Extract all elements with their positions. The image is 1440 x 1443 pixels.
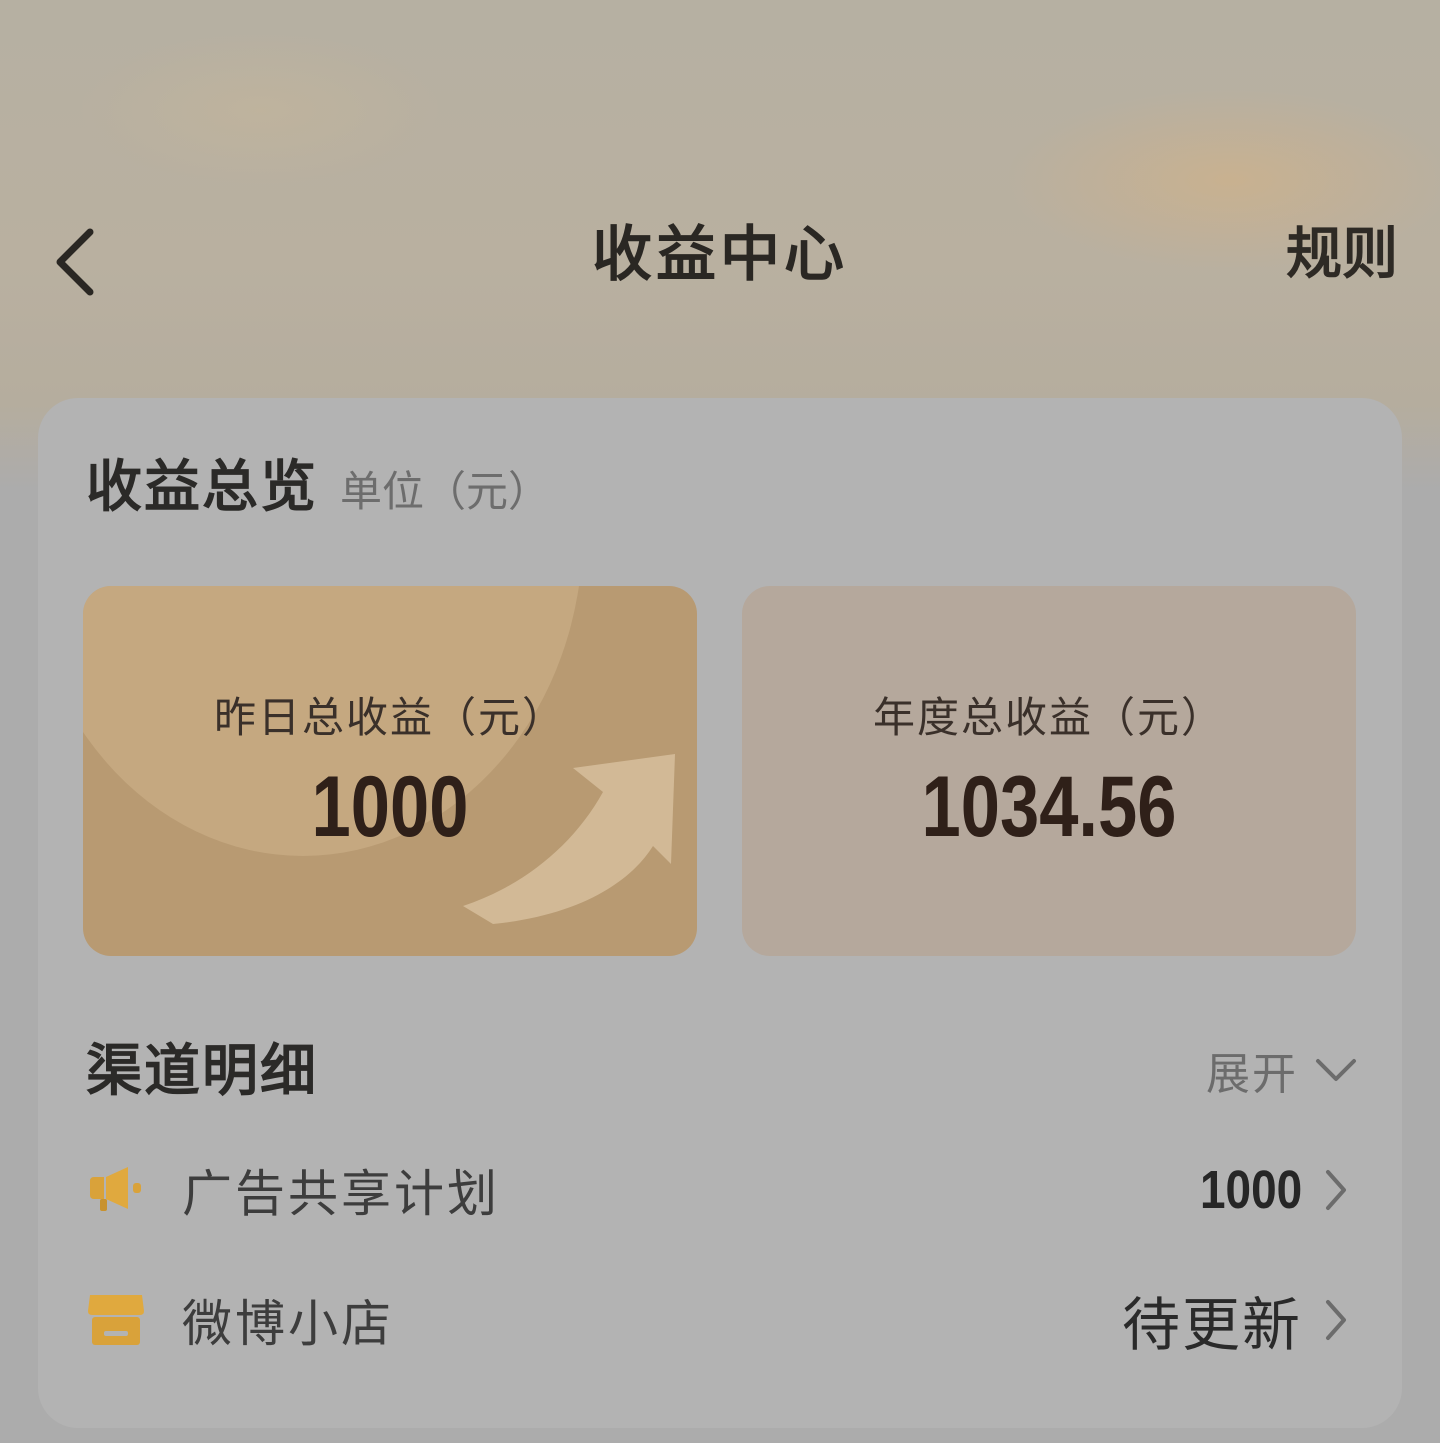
expand-button[interactable]: 展开: [1206, 1038, 1358, 1102]
channel-item-weibo-shop[interactable]: 微博小店 待更新: [86, 1270, 1354, 1370]
channel-name: 微博小店: [182, 1295, 394, 1353]
channel-name: 广告共享计划: [182, 1165, 500, 1223]
overview-header: 收益总览 单位（元）: [86, 442, 550, 522]
rules-link[interactable]: 规则: [1286, 210, 1398, 300]
channel-value: 1000: [1199, 1160, 1302, 1220]
megaphone-icon: [86, 1160, 146, 1220]
app-header: 收益中心 规则: [0, 200, 1440, 310]
shop-icon: [86, 1290, 146, 1350]
channel-item-ad-sharing[interactable]: 广告共享计划 1000: [86, 1140, 1354, 1240]
yearly-earnings-label: 年度总收益（元）: [872, 693, 1225, 742]
chevron-right-icon: [1324, 1298, 1354, 1342]
channel-value: 待更新: [1121, 1291, 1302, 1359]
chevron-right-icon: [1324, 1168, 1354, 1212]
chevron-down-icon: [1316, 1059, 1356, 1081]
expand-label: 展开: [1206, 1049, 1298, 1100]
yesterday-earnings-card[interactable]: 昨日总收益（元） 1000: [83, 586, 697, 956]
yearly-earnings-card[interactable]: 年度总收益（元） 1034.56: [742, 586, 1356, 956]
yesterday-earnings-value: 1000: [311, 759, 469, 855]
overview-title: 收益总览: [86, 455, 318, 520]
earnings-card: 收益总览 单位（元） 昨日总收益（元） 1000 年度总收益（元） 1034.5…: [38, 398, 1402, 1428]
yearly-earnings-value: 1034.56: [921, 759, 1177, 855]
yesterday-earnings-label: 昨日总收益（元）: [213, 693, 566, 742]
channel-details-title: 渠道明细: [86, 1039, 318, 1104]
page-title: 收益中心: [592, 220, 848, 290]
unit-label: 单位（元）: [340, 467, 551, 516]
